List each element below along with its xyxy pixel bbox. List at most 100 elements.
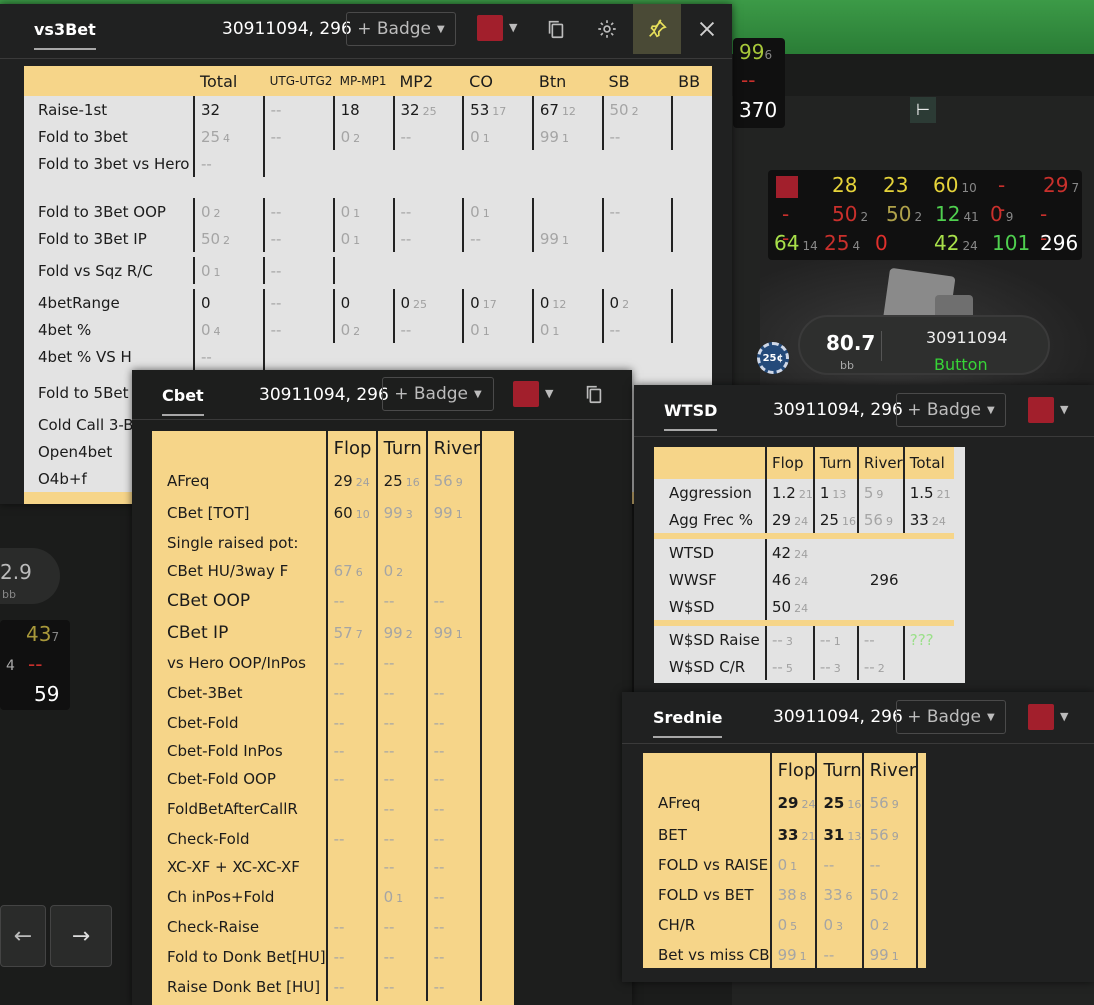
cbet-badge-dropdown[interactable]: + Badge ▼ xyxy=(382,377,494,411)
chevron-down-icon[interactable]: ▼ xyxy=(1060,710,1068,723)
stat-cell[interactable]: 33 21 xyxy=(769,819,817,851)
table-row[interactable]: CBet [TOT] 60 10 99 3 99 1 xyxy=(152,497,490,529)
stat-cell[interactable]: -- xyxy=(425,881,482,913)
stat-cell[interactable]: -- xyxy=(325,765,377,793)
stat-cell[interactable]: -- xyxy=(601,198,673,225)
stat-cell[interactable]: -- xyxy=(375,649,427,677)
stat-cell[interactable]: -- xyxy=(601,316,673,343)
stat-cell[interactable]: 02 xyxy=(861,911,918,939)
stat-cell[interactable]: 67 6 xyxy=(325,557,377,585)
stat-cell[interactable] xyxy=(671,198,712,225)
stat-cell[interactable]: -- xyxy=(262,198,334,225)
stat-cell[interactable] xyxy=(601,225,673,252)
stat-cell[interactable] xyxy=(902,653,954,680)
stat-cell[interactable]: -- xyxy=(815,939,863,968)
table-row[interactable]: Agg Frec % 29 24 25 16 56 9 33 24 xyxy=(654,506,954,533)
stat-cell[interactable]: 01 xyxy=(462,123,533,150)
table-row[interactable]: AFreq 29 24 25 16 56 9 xyxy=(152,465,490,497)
stat-cell[interactable]: 01 xyxy=(375,881,427,913)
stat-cell[interactable]: 03 xyxy=(815,911,863,939)
stat-cell[interactable]: -- xyxy=(425,793,482,825)
stat-cell[interactable]: 56 9 xyxy=(861,787,918,819)
stat-cell[interactable]: 99 3 xyxy=(375,497,427,529)
stat-cell[interactable]: 02 xyxy=(332,123,394,150)
stat-cell[interactable]: 01 xyxy=(332,225,394,252)
stat-cell[interactable]: -- xyxy=(375,853,427,881)
stat-cell[interactable]: -- xyxy=(192,343,264,370)
cbet-tab[interactable]: Cbet xyxy=(162,386,204,416)
table-row[interactable]: Fold to Donk Bet[HU] -- -- -- xyxy=(152,941,490,973)
stat-cell[interactable]: -- 3 xyxy=(765,626,814,653)
stat-cell[interactable]: -- xyxy=(392,316,464,343)
stat-cell[interactable]: -- xyxy=(262,225,334,252)
stat-cell[interactable]: 1.5 21 xyxy=(902,479,954,506)
table-row[interactable]: AFreq 29 24 25 16 56 9 xyxy=(643,787,926,819)
table-row[interactable]: Cbet-Fold OOP -- -- -- xyxy=(152,765,490,793)
stat-cell[interactable]: 31 13 xyxy=(815,819,863,851)
next-arrow-button[interactable]: → xyxy=(50,905,112,967)
stat-cell[interactable]: -- xyxy=(192,150,264,177)
stat-cell[interactable]: -- xyxy=(325,585,377,617)
stat-cell[interactable]: 0 xyxy=(332,289,394,316)
stat-cell[interactable]: -- 5 xyxy=(765,653,814,680)
srednie-color-swatch[interactable] xyxy=(1028,704,1054,730)
stat-cell[interactable]: 0 xyxy=(192,289,264,316)
stat-cell[interactable]: -- xyxy=(392,225,464,252)
srednie-badge-dropdown[interactable]: + Badge ▼ xyxy=(896,700,1006,734)
chevron-down-icon[interactable]: ▼ xyxy=(509,21,517,34)
table-row[interactable]: CH/R 0 5 0 3 0 2 xyxy=(643,911,926,939)
stat-cell[interactable]: 02 xyxy=(192,198,264,225)
stat-cell[interactable]: -- xyxy=(375,793,427,825)
stat-cell[interactable]: 29 24 xyxy=(325,465,377,497)
stat-cell[interactable]: -- 3 xyxy=(812,653,858,680)
table-row[interactable]: FOLD vs BET 38 8 33 6 50 2 xyxy=(643,879,926,911)
stat-cell[interactable]: 02 xyxy=(601,289,673,316)
stat-cell[interactable]: -- xyxy=(375,913,427,941)
cbet-popup[interactable]: Cbet 30911094, 296 + Badge ▼ ▼ Flop Turn Ri… xyxy=(132,370,632,1005)
stat-cell[interactable]: -- xyxy=(375,941,427,973)
stat-cell[interactable]: 01 xyxy=(531,316,603,343)
stat-cell[interactable]: -- xyxy=(325,825,377,853)
stat-cell[interactable]: 01 xyxy=(769,851,817,879)
stat-cell[interactable]: 0 17 xyxy=(462,289,533,316)
stat-cell[interactable]: ??? xyxy=(902,626,954,653)
stat-cell[interactable]: 50 24 xyxy=(765,593,814,620)
stat-cell[interactable]: 42 24 xyxy=(765,539,814,566)
copy-icon[interactable] xyxy=(570,370,618,418)
stat-cell[interactable]: 50 2 xyxy=(861,879,918,911)
stat-cell[interactable]: -- xyxy=(375,737,427,765)
stat-cell[interactable] xyxy=(325,881,377,913)
stat-cell[interactable] xyxy=(425,557,482,585)
vs3bet-color-swatch[interactable] xyxy=(477,15,503,41)
table-row[interactable]: 4betRange 0 -- 0 0 25 0 17 0 12 0 2 xyxy=(24,289,712,316)
stat-cell[interactable]: -- xyxy=(262,316,334,343)
hand-history-icon[interactable]: ⊢ xyxy=(910,97,936,123)
stat-cell[interactable]: 38 8 xyxy=(769,879,817,911)
stat-cell[interactable]: 50 2 xyxy=(192,225,264,252)
table-row[interactable]: Raise-1st 32 -- 18 32 25 53 17 67 12 50 2 xyxy=(24,96,712,123)
stat-cell[interactable]: -- xyxy=(392,123,464,150)
stat-cell[interactable] xyxy=(325,529,377,557)
table-row[interactable]: W$SD C/R -- 5 -- 3 -- 2 xyxy=(654,653,954,680)
stat-cell[interactable]: 04 xyxy=(192,316,264,343)
stat-cell[interactable]: 99 1 xyxy=(769,939,817,968)
chevron-down-icon[interactable]: ▼ xyxy=(1060,403,1068,416)
table-row[interactable]: Fold vs Sqz R/C 0 1 -- xyxy=(24,257,712,284)
stat-cell[interactable]: 25 4 xyxy=(192,123,264,150)
stat-cell[interactable]: -- xyxy=(425,973,482,1001)
srednie-popup[interactable]: Srednie 30911094, 296 + Badge ▼ ▼ Flop Tur… xyxy=(622,692,1094,982)
stat-cell[interactable]: 25 16 xyxy=(375,465,427,497)
wtsd-popup[interactable]: WTSD 30911094, 296 + Badge ▼ ▼ Flop Turn Ri… xyxy=(634,385,1094,697)
stat-cell[interactable]: 1 13 xyxy=(812,479,858,506)
stat-cell[interactable]: 01 xyxy=(192,257,264,284)
stat-cell[interactable]: -- xyxy=(425,853,482,881)
wtsd-color-swatch[interactable] xyxy=(1028,397,1054,423)
chevron-down-icon[interactable]: ▼ xyxy=(545,387,553,400)
stat-cell[interactable]: 25 16 xyxy=(815,787,863,819)
stat-cell[interactable]: 0 12 xyxy=(531,289,603,316)
stat-cell[interactable]: 53 17 xyxy=(462,96,533,123)
table-row[interactable]: CBet IP 57 7 99 2 99 1 xyxy=(152,617,490,649)
table-row[interactable]: Check-Fold -- -- -- xyxy=(152,825,490,853)
table-row[interactable]: WWSF 46 24 296 xyxy=(654,566,954,593)
stat-cell[interactable]: 50 2 xyxy=(601,96,673,123)
